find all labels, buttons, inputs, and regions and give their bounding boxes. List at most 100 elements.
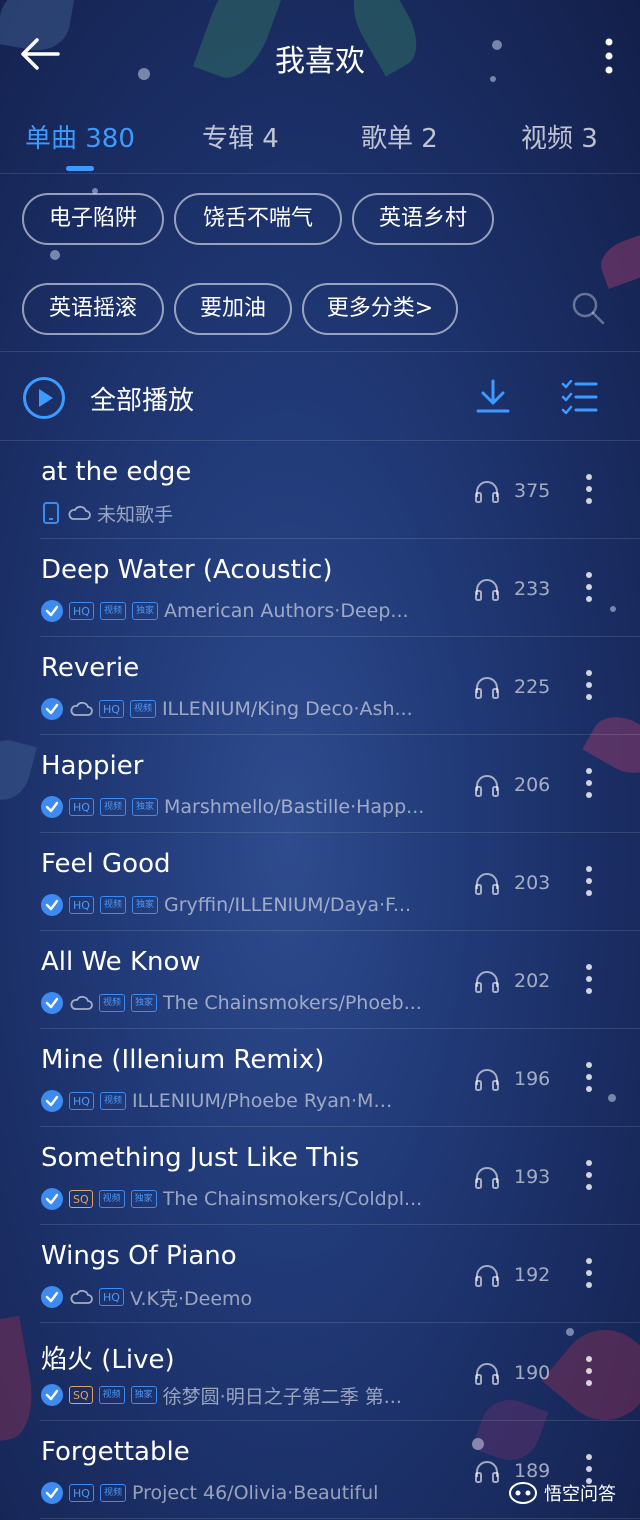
video-badge: 视频 (129, 700, 156, 718)
downloaded-check-icon (41, 1188, 63, 1210)
play-circle-icon (23, 377, 65, 419)
downloaded-check-icon (41, 600, 63, 622)
more-vertical-icon (586, 1160, 592, 1190)
song-title: Wings Of Piano (41, 1241, 237, 1271)
song-artist: Marshmello/Bastille·Happ... (163, 796, 425, 818)
song-more-button[interactable] (584, 1257, 594, 1289)
tab-videos[interactable]: 视频 3 (521, 118, 598, 155)
filter-chip[interactable]: 要加油 (174, 283, 292, 335)
song-row[interactable]: at the edge 未知歌手 375 (0, 441, 640, 539)
play-count: 202 (474, 969, 550, 993)
song-more-button[interactable] (584, 1159, 594, 1191)
headphones-icon (474, 1165, 500, 1189)
search-icon (572, 292, 605, 325)
play-count-value: 233 (514, 578, 551, 600)
tab-songs[interactable]: 单曲 380 (25, 118, 135, 155)
more-vertical-icon (605, 38, 613, 74)
downloaded-check-icon (41, 1286, 63, 1308)
song-meta: HQ 视频 ILLENIUM/Phoebe Ryan·Mine... (41, 1089, 394, 1113)
downloaded-check-icon (41, 992, 63, 1014)
play-count-value: 190 (514, 1362, 551, 1384)
play-all-bar: 全部播放 (0, 352, 640, 440)
more-vertical-icon (586, 964, 592, 994)
play-count-value: 202 (514, 970, 551, 992)
filter-chip[interactable]: 英语摇滚 (22, 283, 164, 335)
song-artist: ILLENIUM/King Deco·Ash... (161, 698, 413, 720)
play-count: 233 (474, 577, 550, 601)
song-row[interactable]: Wings Of Piano HQ V.K克·Deemo 192 (0, 1225, 640, 1323)
page-title: 我喜欢 (275, 44, 365, 79)
filter-chip[interactable]: 英语乡村 (352, 193, 494, 245)
song-title: Happier (41, 751, 144, 781)
song-row[interactable]: Deep Water (Acoustic) HQ 视频 独家 American Auth… (0, 539, 640, 637)
song-artist: 徐梦圆·明日之子第二季 第... (162, 1385, 402, 1408)
play-count-value: 203 (514, 872, 551, 894)
song-more-button[interactable] (584, 865, 594, 897)
song-row[interactable]: All We Know 视频 独家 The Chainsmokers/Phoeb...… (0, 931, 640, 1029)
play-count: 206 (474, 773, 550, 797)
play-all-label[interactable]: 全部播放 (90, 380, 194, 417)
play-count: 203 (474, 871, 550, 895)
headphones-icon (474, 479, 500, 503)
download-button[interactable] (474, 378, 512, 416)
song-title: Mine (Illenium Remix) (41, 1045, 325, 1075)
exclusive-badge: 独家 (130, 1190, 157, 1208)
downloaded-check-icon (41, 796, 63, 818)
downloaded-check-icon (41, 698, 63, 720)
song-meta: HQ 视频 Project 46/Olivia·Beautiful (41, 1481, 378, 1505)
song-meta: HQ 视频 独家 Marshmello/Bastille·Happ... (41, 795, 424, 819)
headphones-icon (474, 1361, 500, 1385)
song-more-button[interactable] (584, 669, 594, 701)
video-badge: 视频 (98, 1386, 125, 1404)
filter-chip[interactable]: 饶舌不喘气 (174, 193, 342, 245)
song-meta: 视频 独家 The Chainsmokers/Phoeb... (41, 991, 422, 1015)
more-vertical-icon (586, 670, 592, 700)
more-vertical-icon (586, 1062, 592, 1092)
category-tabs: 单曲 380 专辑 4 歌单 2 视频 3 (0, 112, 640, 174)
song-row[interactable]: 焰火 (Live) SQ 视频 独家 徐梦圆·明日之子第二季 第... 190 (0, 1323, 640, 1421)
song-row[interactable]: Mine (Illenium Remix) HQ 视频 ILLENIUM/Phoebe… (0, 1029, 640, 1127)
song-more-button[interactable] (584, 767, 594, 799)
video-badge: 视频 (99, 896, 126, 914)
song-more-button[interactable] (584, 571, 594, 603)
song-artist: ILLENIUM/Phoebe Ryan·Mine... (131, 1090, 394, 1112)
song-row[interactable]: Something Just Like This SQ 视频 独家 The Chains… (0, 1127, 640, 1225)
song-meta: HQ 视频 ILLENIUM/King Deco·Ash... (41, 697, 413, 721)
play-count: 375 (474, 479, 550, 503)
play-count-value: 196 (514, 1068, 551, 1090)
song-more-button[interactable] (584, 963, 594, 995)
local-device-icon (41, 501, 61, 525)
sq-badge: SQ (69, 1190, 93, 1208)
sq-badge: SQ (69, 1386, 93, 1404)
song-row[interactable]: Feel Good HQ 视频 独家 Gryffin/ILLENIUM/Daya·F..… (0, 833, 640, 931)
video-badge: 视频 (99, 994, 126, 1012)
play-all-button[interactable] (22, 376, 66, 420)
downloaded-check-icon (41, 894, 63, 916)
song-meta: HQ V.K克·Deemo (41, 1285, 252, 1310)
song-list: at the edge 未知歌手 375 Deep Water (Acoustic) H… (0, 441, 640, 1519)
song-more-button[interactable] (584, 1355, 594, 1387)
song-artist: Project 46/Olivia·Beautiful (131, 1482, 379, 1504)
song-meta: HQ 视频 独家 Gryffin/ILLENIUM/Daya·F... (41, 893, 411, 917)
downloaded-check-icon (41, 1384, 63, 1406)
search-button[interactable] (570, 290, 606, 326)
more-options-button[interactable] (600, 38, 618, 74)
cloud-icon (69, 1288, 93, 1306)
tab-albums[interactable]: 专辑 4 (202, 118, 279, 155)
song-more-button[interactable] (584, 473, 594, 505)
more-vertical-icon (586, 474, 592, 504)
song-artist: The Chainsmokers/Coldpl... (162, 1188, 423, 1210)
headphones-icon (474, 1459, 500, 1483)
headphones-icon (474, 577, 500, 601)
song-title: Reverie (41, 653, 140, 683)
exclusive-badge: 独家 (130, 1386, 157, 1404)
batch-manage-button[interactable] (560, 379, 598, 415)
song-row[interactable]: Reverie HQ 视频 ILLENIUM/King Deco·Ash... 225 (0, 637, 640, 735)
tab-playlists[interactable]: 歌单 2 (361, 118, 438, 155)
headphones-icon (474, 773, 500, 797)
more-categories-chip[interactable]: 更多分类> (302, 283, 458, 335)
active-tab-indicator (66, 166, 94, 171)
song-row[interactable]: Happier HQ 视频 独家 Marshmello/Bastille·Happ...… (0, 735, 640, 833)
song-more-button[interactable] (584, 1061, 594, 1093)
filter-chip[interactable]: 电子陷阱 (22, 193, 164, 245)
